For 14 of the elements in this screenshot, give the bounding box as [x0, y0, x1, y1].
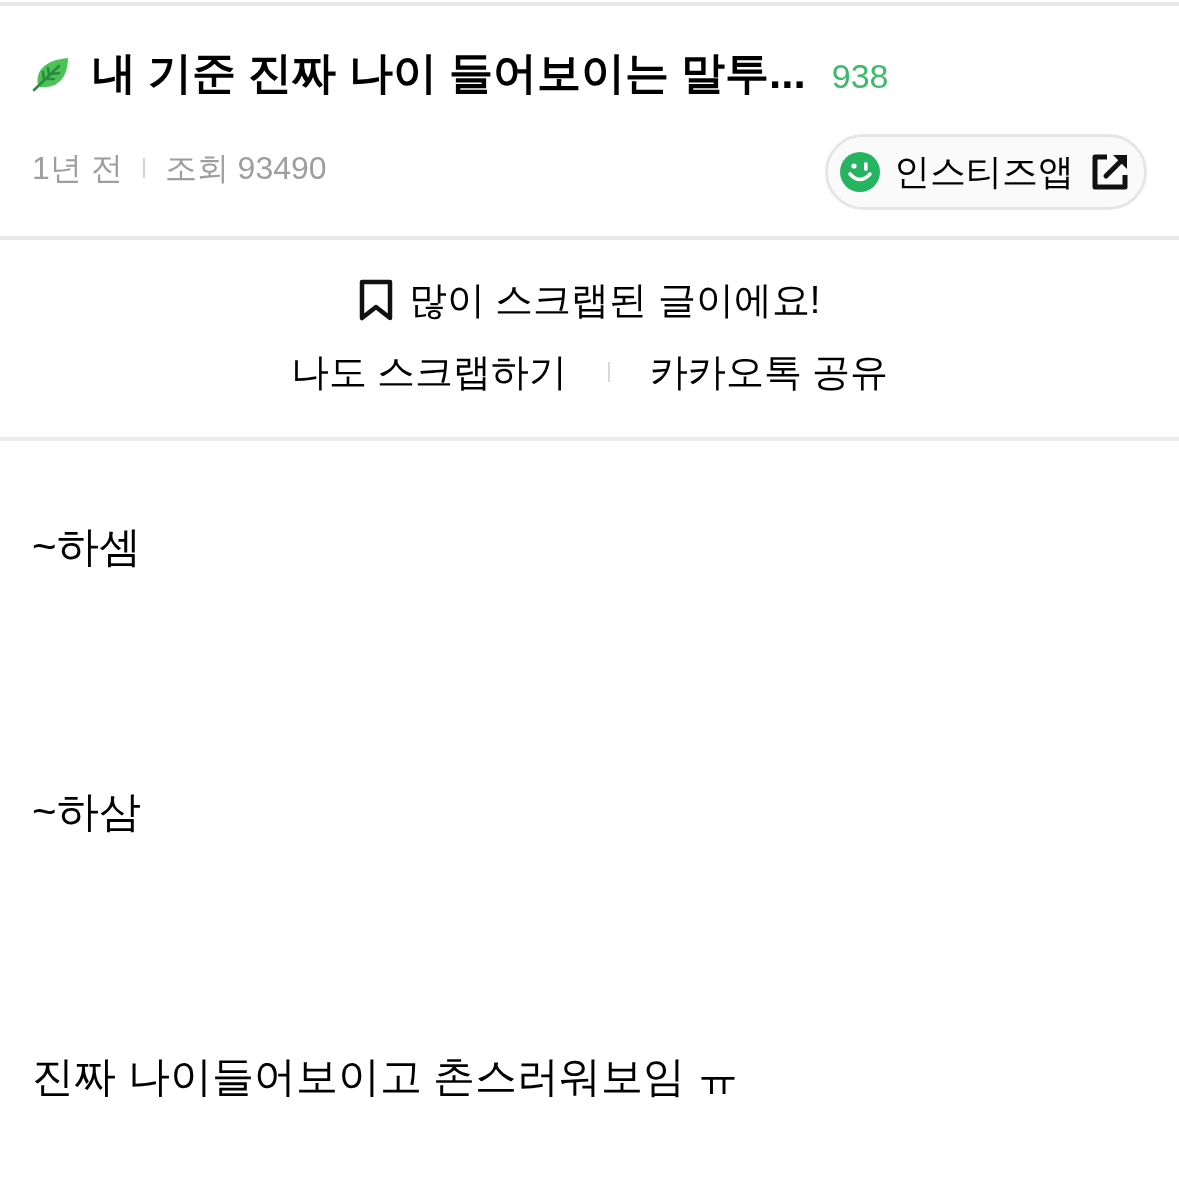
app-button[interactable]: 인스티즈앱 — [825, 134, 1147, 210]
comment-count: 938 — [831, 59, 889, 93]
body-paragraph: ~하셈 — [32, 522, 141, 572]
post-time: 1년 전 — [32, 152, 123, 184]
post-title: 내 기준 진짜 나이 들어보이는 말투... — [92, 51, 806, 95]
body-paragraph: ~하삼 — [32, 787, 141, 837]
external-link-icon — [1090, 152, 1130, 192]
action-link[interactable]: 카카오톡 공유 — [649, 353, 889, 391]
body-paragraph: 진짜 나이들어보이고 촌스러워보임 ㅠ — [32, 1052, 739, 1102]
action-link[interactable]: 나도 스크랩하기 — [290, 353, 568, 391]
scrap-notice: 많이 스크랩된 글이에요! — [408, 281, 821, 319]
view-count: 조회 93490 — [164, 152, 327, 184]
smiley-icon — [840, 152, 880, 192]
bookmark-icon — [358, 279, 393, 321]
